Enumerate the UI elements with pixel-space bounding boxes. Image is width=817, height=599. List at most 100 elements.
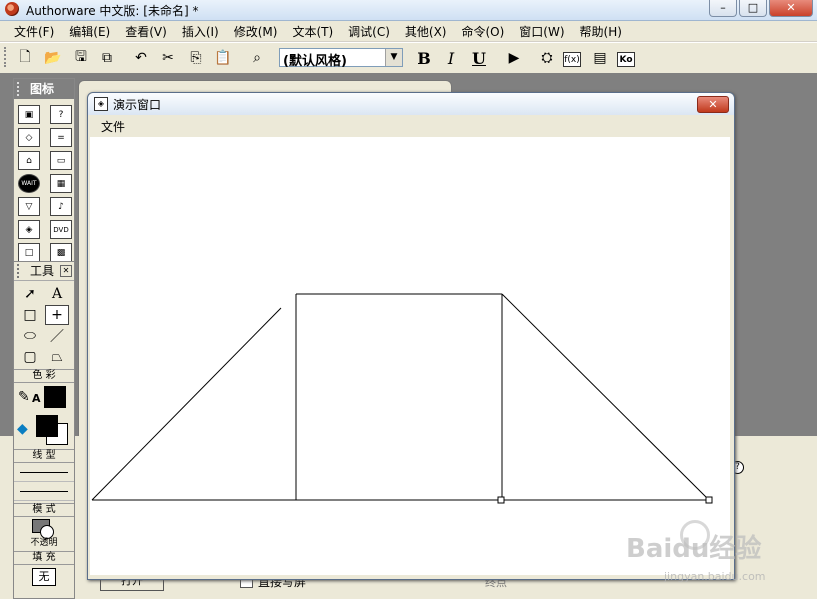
mode-selector[interactable]: 不透明 — [14, 517, 74, 549]
paste-icon[interactable]: 📋 — [212, 47, 234, 69]
foreground-color-swatch[interactable] — [36, 415, 58, 437]
presentation-close-button[interactable]: ✕ — [697, 96, 729, 113]
tools-close-icon[interactable]: ✕ — [60, 265, 72, 277]
save-all-icon[interactable]: 🖫 — [70, 47, 92, 69]
sound-icon[interactable]: ♪ — [50, 197, 72, 216]
open-file-icon[interactable]: 📂 — [42, 47, 64, 69]
underline-button[interactable]: U — [468, 47, 490, 69]
interaction-icon[interactable]: ? — [50, 105, 72, 124]
presentation-title-bar[interactable]: ◈ 演示窗口 ✕ — [88, 93, 734, 115]
menu-other[interactable]: 其他(X) — [397, 23, 454, 40]
functions-icon[interactable]: f(x) — [563, 52, 581, 67]
menu-help[interactable]: 帮助(H) — [572, 23, 629, 40]
color-section-label: 色 彩 — [14, 369, 74, 383]
menu-debug[interactable]: 调试(C) — [340, 23, 397, 40]
close-button[interactable]: ✕ — [769, 0, 813, 17]
text-tool-icon[interactable]: A — [45, 284, 69, 304]
minimize-button[interactable]: – — [709, 0, 737, 17]
ellipse-tool-icon[interactable]: ⬭ — [18, 326, 42, 346]
presentation-menu-file[interactable]: 文件 — [101, 118, 125, 135]
framework-icon[interactable]: □ — [18, 243, 40, 262]
presentation-window-icon: ◈ — [94, 97, 108, 111]
menu-modify[interactable]: 修改(M) — [226, 23, 285, 40]
presentation-menu-bar: 文件 — [88, 115, 734, 135]
copy-icon[interactable]: ⎘ — [185, 47, 207, 69]
watermark-brand: Baidu经验 — [626, 534, 762, 564]
crosshair-tool-icon[interactable]: + — [45, 305, 69, 325]
palette-grip[interactable] — [17, 82, 22, 96]
paint-bucket-icon[interactable]: ◆ — [17, 421, 28, 437]
tools-palette-title-text: 工具 — [30, 264, 55, 278]
icon-palette: 图标 ▣ ? ◇ = ⌂ ▭ WAIT ▦ ▽ ♪ ◈ DVD □ ▩ — [13, 78, 75, 264]
window-title: Authorware 中文版: [未命名] * — [26, 4, 199, 18]
drawing-svg — [91, 293, 713, 504]
line-tool-icon[interactable]: ／ — [45, 326, 69, 346]
menu-command[interactable]: 命令(O) — [453, 23, 511, 40]
control-panel-icon[interactable]: ⛭ — [536, 47, 558, 69]
menu-edit[interactable]: 编辑(E) — [61, 23, 117, 40]
undo-icon[interactable]: ↶ — [130, 47, 152, 69]
polygon-tool-icon[interactable]: ⏢ — [45, 347, 69, 367]
menu-file[interactable]: 文件(F) — [6, 23, 61, 40]
decision-icon[interactable]: ▽ — [18, 197, 40, 216]
variables-icon[interactable]: ▤ — [589, 47, 611, 69]
rectangle-tool-icon[interactable]: □ — [18, 305, 42, 325]
rounded-rectangle-tool-icon[interactable]: ▢ — [18, 347, 42, 367]
toolbar-grip[interactable] — [4, 47, 9, 67]
italic-button[interactable]: I — [440, 47, 462, 69]
baidu-watermark: Baidu经验 jingyan.baidu.com — [620, 520, 810, 594]
maximize-button[interactable]: □ — [739, 0, 767, 17]
calculation-icon[interactable]: = — [50, 128, 72, 147]
hotspot-icon[interactable]: ▩ — [50, 243, 72, 262]
line-color-row: ✎ A — [14, 383, 74, 413]
erase-icon[interactable]: ◇ — [18, 128, 40, 147]
icon-palette-title[interactable]: 图标 — [14, 79, 74, 99]
right-slope-line[interactable] — [501, 293, 710, 501]
selection-handle[interactable] — [497, 496, 505, 504]
map-icon[interactable]: ▭ — [50, 151, 72, 170]
menu-view[interactable]: 查看(V) — [117, 23, 174, 40]
pointer-tool-icon[interactable]: ➚ — [18, 284, 42, 304]
chevron-down-icon[interactable]: ▼ — [385, 49, 402, 66]
watermark-url: jingyan.baidu.com — [664, 570, 766, 583]
tools-palette-title[interactable]: 工具 ✕ — [14, 262, 74, 281]
selection-handle[interactable] — [705, 496, 713, 504]
presentation-canvas[interactable] — [90, 137, 730, 575]
movie-icon[interactable]: ▦ — [50, 174, 72, 193]
line-style-arrow[interactable] — [14, 482, 74, 501]
restart-icon[interactable]: ▶ — [503, 47, 525, 69]
menu-text[interactable]: 文本(T) — [284, 23, 340, 40]
left-slope-line[interactable] — [91, 307, 282, 501]
knowledge-objects-icon[interactable]: Ko — [617, 52, 635, 67]
fill-section-label: 填 充 — [14, 551, 74, 565]
authorware-app-icon[interactable] — [5, 2, 19, 16]
cut-icon[interactable]: ✂ — [157, 47, 179, 69]
wait-icon[interactable]: WAIT — [18, 174, 40, 193]
dvd-icon[interactable]: DVD — [50, 220, 72, 239]
bold-button[interactable]: B — [413, 47, 435, 69]
fill-value-button[interactable]: 无 — [32, 568, 56, 586]
line-color-swatch[interactable] — [44, 386, 66, 408]
icon-palette-grid: ▣ ? ◇ = ⌂ ▭ WAIT ▦ ▽ ♪ ◈ DVD □ ▩ — [14, 99, 74, 262]
navigate-icon[interactable]: ◈ — [18, 220, 40, 239]
mode-section-label: 模 式 — [14, 503, 74, 517]
presentation-window: ◈ 演示窗口 ✕ 文件 — [87, 92, 735, 580]
fill-color-row: ◆ — [14, 413, 74, 447]
import-icon[interactable]: ⧉ — [96, 47, 118, 69]
tools-palette: 工具 ✕ ➚ A □ + ⬭ ／ ▢ ⏢ 色 彩 ✎ A ◆ 线 型 模 式 不… — [13, 261, 75, 599]
menu-window[interactable]: 窗口(W) — [511, 23, 571, 40]
find-icon[interactable]: ⌕ — [246, 47, 268, 69]
motion-icon[interactable]: ⌂ — [18, 151, 40, 170]
text-style-select[interactable]: (默认风格) ▼ — [279, 48, 403, 69]
tools-grip[interactable] — [17, 264, 22, 278]
icon-palette-title-text: 图标 — [30, 82, 55, 96]
app-title-bar: Authorware 中文版: [未命名] * – □ ✕ — [0, 0, 817, 21]
new-file-icon[interactable]: 🗋 — [14, 47, 36, 69]
menu-insert[interactable]: 插入(I) — [174, 23, 226, 40]
text-color-icon: A — [32, 392, 41, 405]
line-style-thin[interactable] — [14, 463, 74, 482]
display-icon[interactable]: ▣ — [18, 105, 40, 124]
main-toolbar: 🗋 📂 🖫 ⧉ ↶ ✂ ⎘ 📋 ⌕ (默认风格) ▼ B I U ▶ ⛭ f(x… — [0, 42, 817, 74]
pencil-icon[interactable]: ✎ — [18, 389, 30, 405]
tools-grid: ➚ A □ + ⬭ ／ ▢ ⏢ — [14, 281, 74, 367]
